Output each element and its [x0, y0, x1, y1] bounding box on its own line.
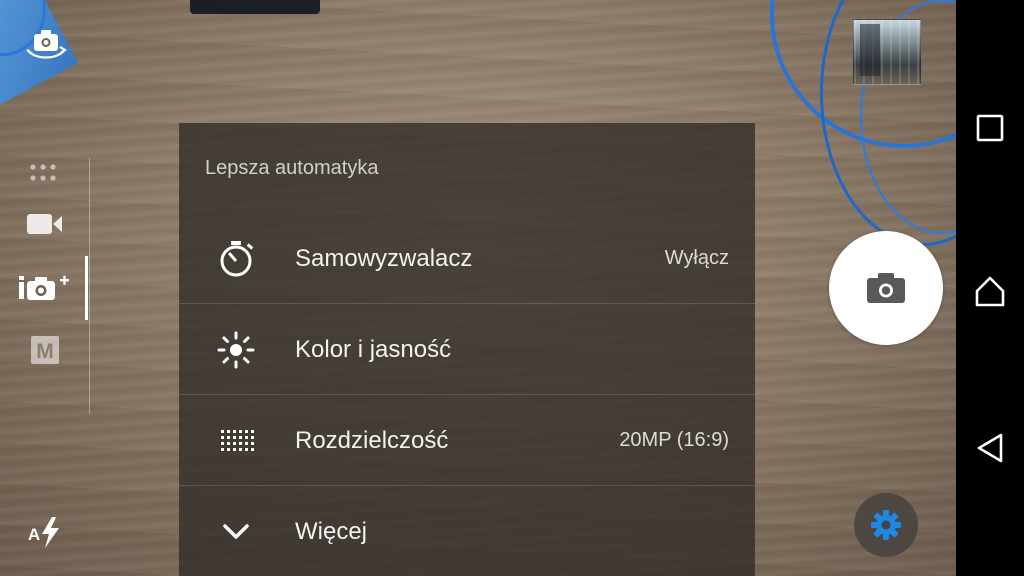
camera-viewfinder[interactable]: M A Lepsza automatyka Samowyzwalacz Wyłą… — [0, 0, 956, 576]
manual-mode-badge: M — [36, 340, 54, 363]
menu-item-resolution[interactable]: Rozdzielczość 20MP (16:9) — [179, 395, 755, 486]
menu-header: Lepsza automatyka — [205, 157, 379, 179]
flash-badge: A — [28, 525, 40, 544]
home-button[interactable] — [970, 271, 1010, 311]
superior-auto-icon[interactable] — [18, 268, 72, 308]
menu-item-label: Kolor i jasność — [295, 336, 452, 363]
auto-flash-icon[interactable]: A — [26, 512, 66, 552]
back-button[interactable] — [970, 428, 1010, 468]
manual-mode-icon[interactable]: M — [18, 330, 72, 370]
menu-item-color-brightness[interactable]: Kolor i jasność — [179, 304, 755, 395]
settings-menu-panel: Lepsza automatyka Samowyzwalacz Wyłącz K… — [179, 123, 755, 576]
mode-rail-line — [89, 158, 90, 414]
last-photo-thumbnail[interactable] — [853, 19, 921, 85]
thumbnail-detail — [860, 24, 880, 76]
camera-icon — [867, 273, 905, 303]
dark-object — [190, 0, 320, 14]
menu-item-label: Rozdzielczość — [295, 427, 449, 454]
recent-apps-button[interactable] — [970, 108, 1010, 148]
menu-item-value: 20MP (16:9) — [619, 429, 729, 451]
switch-camera-icon[interactable] — [24, 28, 68, 62]
menu-item-label: Więcej — [295, 518, 368, 545]
settings-button[interactable] — [854, 493, 918, 557]
gear-icon — [871, 510, 901, 540]
apps-dots-icon[interactable] — [18, 154, 72, 194]
menu-item-more[interactable]: Więcej — [179, 486, 755, 576]
menu-item-label: Samowyzwalacz — [295, 245, 473, 272]
chevron-down-icon — [215, 513, 257, 551]
brightness-icon — [215, 331, 257, 369]
mode-selected-indicator — [85, 256, 88, 320]
menu-item-self-timer[interactable]: Samowyzwalacz Wyłącz — [179, 213, 755, 304]
home-icon — [975, 276, 1005, 307]
resolution-grid-icon — [215, 422, 257, 460]
mode-selector: M — [0, 150, 100, 420]
recent-apps-icon — [976, 114, 1004, 142]
self-timer-icon — [215, 240, 257, 278]
menu-item-value: Wyłącz — [664, 247, 729, 269]
video-camera-icon[interactable] — [18, 204, 72, 244]
shutter-button[interactable] — [829, 231, 943, 345]
navigation-bar — [956, 0, 1024, 576]
back-icon — [977, 433, 1003, 463]
